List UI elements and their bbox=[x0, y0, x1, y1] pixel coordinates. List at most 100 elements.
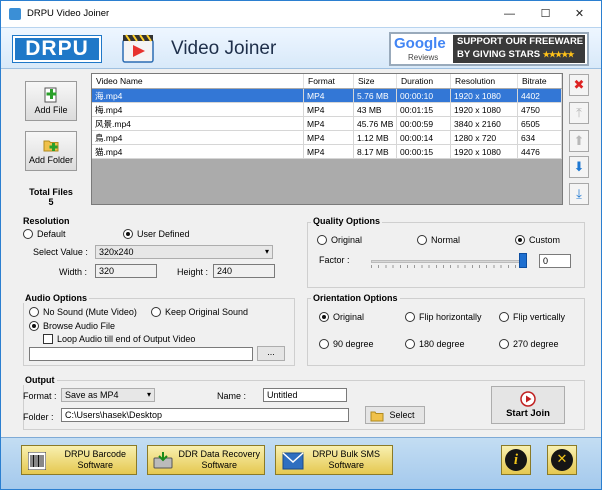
audio-keep-original-radio[interactable] bbox=[151, 307, 161, 317]
orientation-flip-h-radio[interactable] bbox=[405, 312, 415, 322]
close-window-button[interactable]: ✕ bbox=[563, 1, 596, 27]
column-header[interactable]: Format bbox=[304, 74, 354, 88]
table-cell: 8.17 MB bbox=[354, 145, 397, 159]
bulk-sms-promo[interactable]: DRPU Bulk SMS Software bbox=[275, 445, 393, 475]
resolution-user-defined-radio[interactable] bbox=[123, 229, 133, 239]
output-title: Output bbox=[23, 375, 57, 385]
orientation-original-label: Original bbox=[333, 312, 365, 322]
resolution-default-radio[interactable] bbox=[23, 229, 33, 239]
orientation-270-radio[interactable] bbox=[499, 339, 509, 349]
column-header[interactable]: Resolution bbox=[451, 74, 518, 88]
orientation-flip-v-radio[interactable] bbox=[499, 312, 509, 322]
quality-normal-label: Normal bbox=[431, 235, 461, 245]
arrow-down-icon: ⬇ bbox=[573, 159, 585, 174]
quality-custom-radio[interactable] bbox=[515, 235, 525, 245]
audio-file-path-field[interactable] bbox=[29, 347, 253, 361]
orientation-original-radio[interactable] bbox=[319, 312, 329, 322]
column-header[interactable]: Bitrate bbox=[518, 74, 562, 88]
column-header[interactable]: Video Name bbox=[92, 74, 304, 88]
remove-file-button[interactable]: ✖ bbox=[569, 74, 589, 96]
move-up-button[interactable]: ⬆ bbox=[569, 130, 589, 152]
orientation-flip-v-label: Flip vertically bbox=[513, 312, 566, 322]
move-bottom-icon: ⤓ bbox=[576, 186, 582, 201]
table-cell: MP4 bbox=[304, 89, 354, 103]
orientation-180-radio[interactable] bbox=[405, 339, 415, 349]
orientation-90-radio[interactable] bbox=[319, 339, 329, 349]
select-folder-label: Select bbox=[389, 410, 415, 420]
add-folder-button[interactable]: Add Folder bbox=[25, 131, 77, 171]
sms-promo-text: DRPU Bulk SMS Software bbox=[312, 449, 380, 471]
table-cell: 4750 bbox=[518, 103, 562, 117]
arrow-up-icon: ⬆ bbox=[573, 133, 585, 148]
table-cell: 4402 bbox=[518, 89, 562, 103]
move-bottom-button[interactable]: ⤓ bbox=[569, 183, 589, 205]
move-down-button[interactable]: ⬇ bbox=[569, 156, 589, 178]
move-top-button[interactable]: ⤒ bbox=[569, 102, 589, 124]
table-row[interactable]: 鳥.mp4 MP4 1.12 MB 00:00:14 1280 x 720 634 bbox=[92, 131, 562, 145]
width-field[interactable]: 320 bbox=[95, 264, 157, 278]
column-header[interactable]: Duration bbox=[397, 74, 451, 88]
close-icon: ✕ bbox=[551, 449, 573, 471]
resolution-preset-select[interactable]: 320x240 ▾ bbox=[95, 245, 273, 259]
table-cell: 5.76 MB bbox=[354, 89, 397, 103]
table-row[interactable]: 猫.mp4 MP4 8.17 MB 00:00:15 1920 x 1080 4476 bbox=[92, 145, 562, 159]
google-word: Google bbox=[394, 35, 446, 52]
file-list-table[interactable]: Video Name Format Size Duration Resoluti… bbox=[91, 73, 563, 205]
table-header: Video Name Format Size Duration Resoluti… bbox=[92, 74, 562, 88]
table-cell: 3840 x 2160 bbox=[451, 117, 518, 131]
height-field[interactable]: 240 bbox=[213, 264, 275, 278]
barcode-software-promo[interactable]: DRPU Barcode Software bbox=[21, 445, 137, 475]
loop-audio-label: Loop Audio till end of Output Video bbox=[57, 334, 196, 344]
sms-promo-line-2: Software bbox=[328, 460, 364, 470]
resolution-preset-value: 320x240 bbox=[99, 247, 134, 257]
info-button[interactable]: i bbox=[501, 445, 531, 475]
factor-value-field[interactable]: 0 bbox=[539, 254, 571, 268]
folder-label: Folder : bbox=[23, 412, 54, 422]
output-folder-field[interactable]: C:\Users\hasek\Desktop bbox=[61, 408, 349, 422]
add-file-button[interactable]: Add File bbox=[25, 81, 77, 121]
resolution-default-label: Default bbox=[37, 229, 66, 239]
output-name-field[interactable]: Untitled bbox=[263, 388, 347, 402]
resolution-user-defined-label: User Defined bbox=[137, 229, 190, 239]
barcode-promo-line-2: Software bbox=[77, 460, 113, 470]
google-logo: Google Reviews bbox=[394, 35, 452, 63]
name-label: Name : bbox=[217, 391, 247, 401]
table-row[interactable]: 梅.mp4 MP4 43 MB 00:01:15 1920 x 1080 4750 bbox=[92, 103, 562, 117]
video-clapper-icon bbox=[122, 34, 154, 63]
audio-browse-radio[interactable] bbox=[29, 321, 39, 331]
barcode-promo-line-1: DRPU Barcode bbox=[64, 449, 126, 459]
quality-original-radio[interactable] bbox=[317, 235, 327, 245]
table-cell: 风景.mp4 bbox=[92, 117, 304, 131]
output-format-select[interactable]: Save as MP4 ▾ bbox=[61, 388, 155, 402]
play-icon bbox=[520, 391, 536, 407]
table-cell: MP4 bbox=[304, 131, 354, 145]
audio-browse-label: Browse Audio File bbox=[43, 321, 116, 331]
table-row[interactable]: 海.mp4 MP4 5.76 MB 00:00:10 1920 x 1080 4402 bbox=[92, 89, 562, 103]
table-cell: 1280 x 720 bbox=[451, 131, 518, 145]
google-review-banner[interactable]: Google Reviews SUPPORT OUR FREEWARE BY G… bbox=[389, 32, 589, 66]
quality-options-title: Quality Options bbox=[311, 216, 383, 226]
support-line-1: SUPPORT OUR FREEWARE bbox=[457, 36, 584, 47]
audio-options-title: Audio Options bbox=[23, 293, 89, 303]
table-row[interactable]: 风景.mp4 MP4 45.76 MB 00:00:59 3840 x 2160 6505 bbox=[92, 117, 562, 131]
ddr-recovery-promo[interactable]: DDR Data Recovery Software bbox=[147, 445, 265, 475]
maximize-button[interactable]: ☐ bbox=[529, 1, 562, 27]
factor-slider-thumb[interactable] bbox=[519, 253, 527, 268]
barcode-promo-text: DRPU Barcode Software bbox=[64, 449, 126, 471]
audio-no-sound-radio[interactable] bbox=[29, 307, 39, 317]
app-window: DRPU Video Joiner — ☐ ✕ DRPU Video Joine… bbox=[0, 0, 602, 490]
hard-drive-icon bbox=[153, 452, 173, 469]
loop-audio-checkbox[interactable] bbox=[43, 334, 53, 344]
table-cell: MP4 bbox=[304, 145, 354, 159]
minimize-button[interactable]: — bbox=[493, 1, 526, 27]
factor-slider-track[interactable] bbox=[371, 260, 523, 263]
table-cell: MP4 bbox=[304, 117, 354, 131]
exit-button[interactable]: ✕ bbox=[547, 445, 577, 475]
table-cell: 00:00:14 bbox=[397, 131, 451, 145]
start-join-button[interactable]: Start Join bbox=[491, 386, 565, 424]
move-top-icon: ⤒ bbox=[576, 105, 582, 120]
column-header[interactable]: Size bbox=[354, 74, 397, 88]
quality-normal-radio[interactable] bbox=[417, 235, 427, 245]
browse-audio-button[interactable]: ... bbox=[257, 346, 285, 361]
select-folder-button[interactable]: Select bbox=[365, 406, 425, 424]
